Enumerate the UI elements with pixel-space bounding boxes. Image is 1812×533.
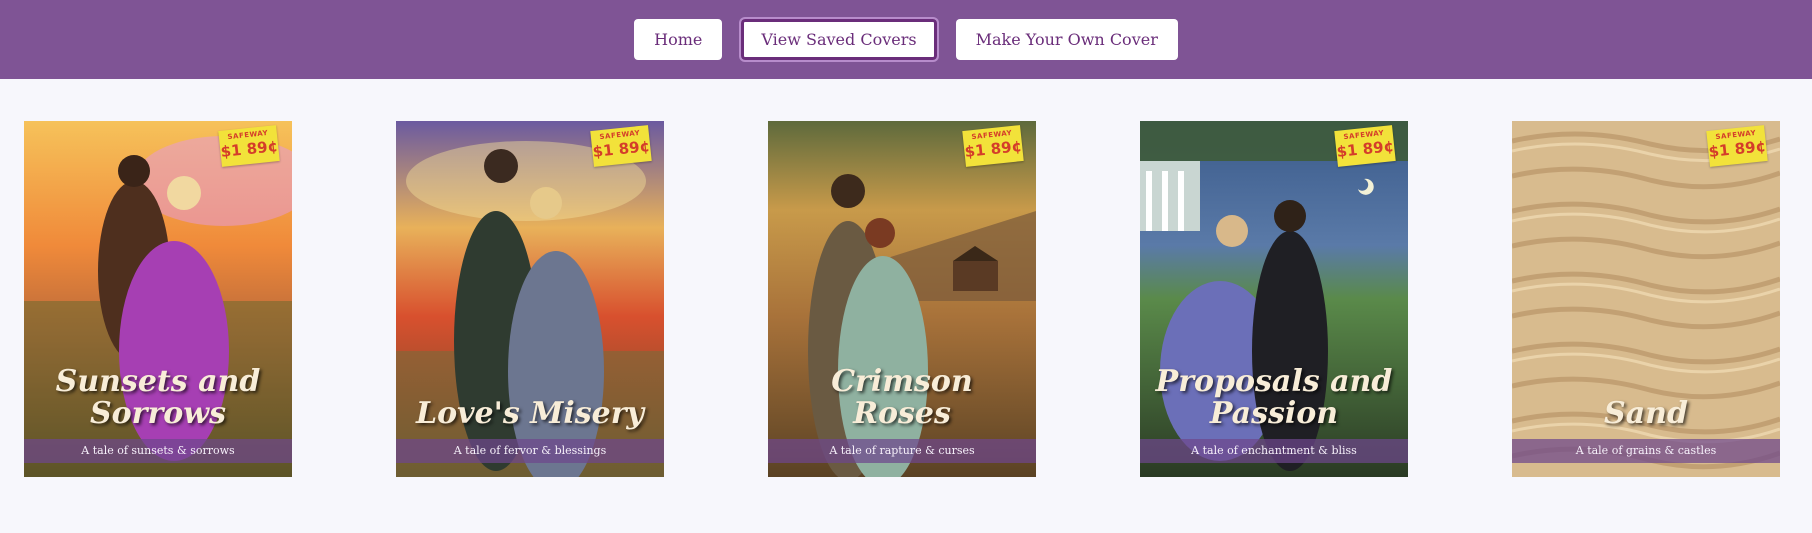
top-navigation-bar: Home View Saved Covers Make Your Own Cov… <box>0 0 1812 79</box>
price-tag: SAFEWAY $1 89¢ <box>962 125 1024 167</box>
cover-tagline: A tale of rapture & curses <box>768 439 1036 463</box>
saved-cover-4[interactable]: SAFEWAY $1 89¢ Proposals and Passion A t… <box>1140 121 1408 477</box>
view-saved-covers-button[interactable]: View Saved Covers <box>741 19 937 60</box>
home-button[interactable]: Home <box>634 19 723 60</box>
cover-tagline: A tale of sunsets & sorrows <box>24 439 292 463</box>
make-your-own-cover-button[interactable]: Make Your Own Cover <box>955 19 1178 60</box>
price-tag: SAFEWAY $1 89¢ <box>1706 125 1768 167</box>
cover-tagline: A tale of fervor & blessings <box>396 439 664 463</box>
cover-title: Proposals and Passion <box>1155 364 1393 431</box>
cover-tagline: A tale of grains & castles <box>1512 439 1780 463</box>
cover-title: Crimson Roses <box>831 364 973 431</box>
cover-title: Sand <box>1604 395 1688 431</box>
cover-title: Sunsets and Sorrows <box>55 364 261 431</box>
saved-cover-2[interactable]: SAFEWAY $1 89¢ Love's Misery A tale of f… <box>396 121 664 477</box>
saved-cover-3[interactable]: SAFEWAY $1 89¢ Crimson Roses A tale of r… <box>768 121 1036 477</box>
cover-tagline: A tale of enchantment & bliss <box>1140 439 1408 463</box>
saved-cover-1[interactable]: SAFEWAY $1 89¢ Sunsets and Sorrows A tal… <box>24 121 292 477</box>
price-tag: SAFEWAY $1 89¢ <box>1334 125 1396 167</box>
price-tag: SAFEWAY $1 89¢ <box>218 125 280 167</box>
cover-title: Love's Misery <box>416 395 644 431</box>
saved-covers-grid: SAFEWAY $1 89¢ Sunsets and Sorrows A tal… <box>0 79 1812 533</box>
price-tag: SAFEWAY $1 89¢ <box>590 125 652 167</box>
saved-cover-5[interactable]: SAFEWAY $1 89¢ Sand A tale of grains & c… <box>1512 121 1780 477</box>
